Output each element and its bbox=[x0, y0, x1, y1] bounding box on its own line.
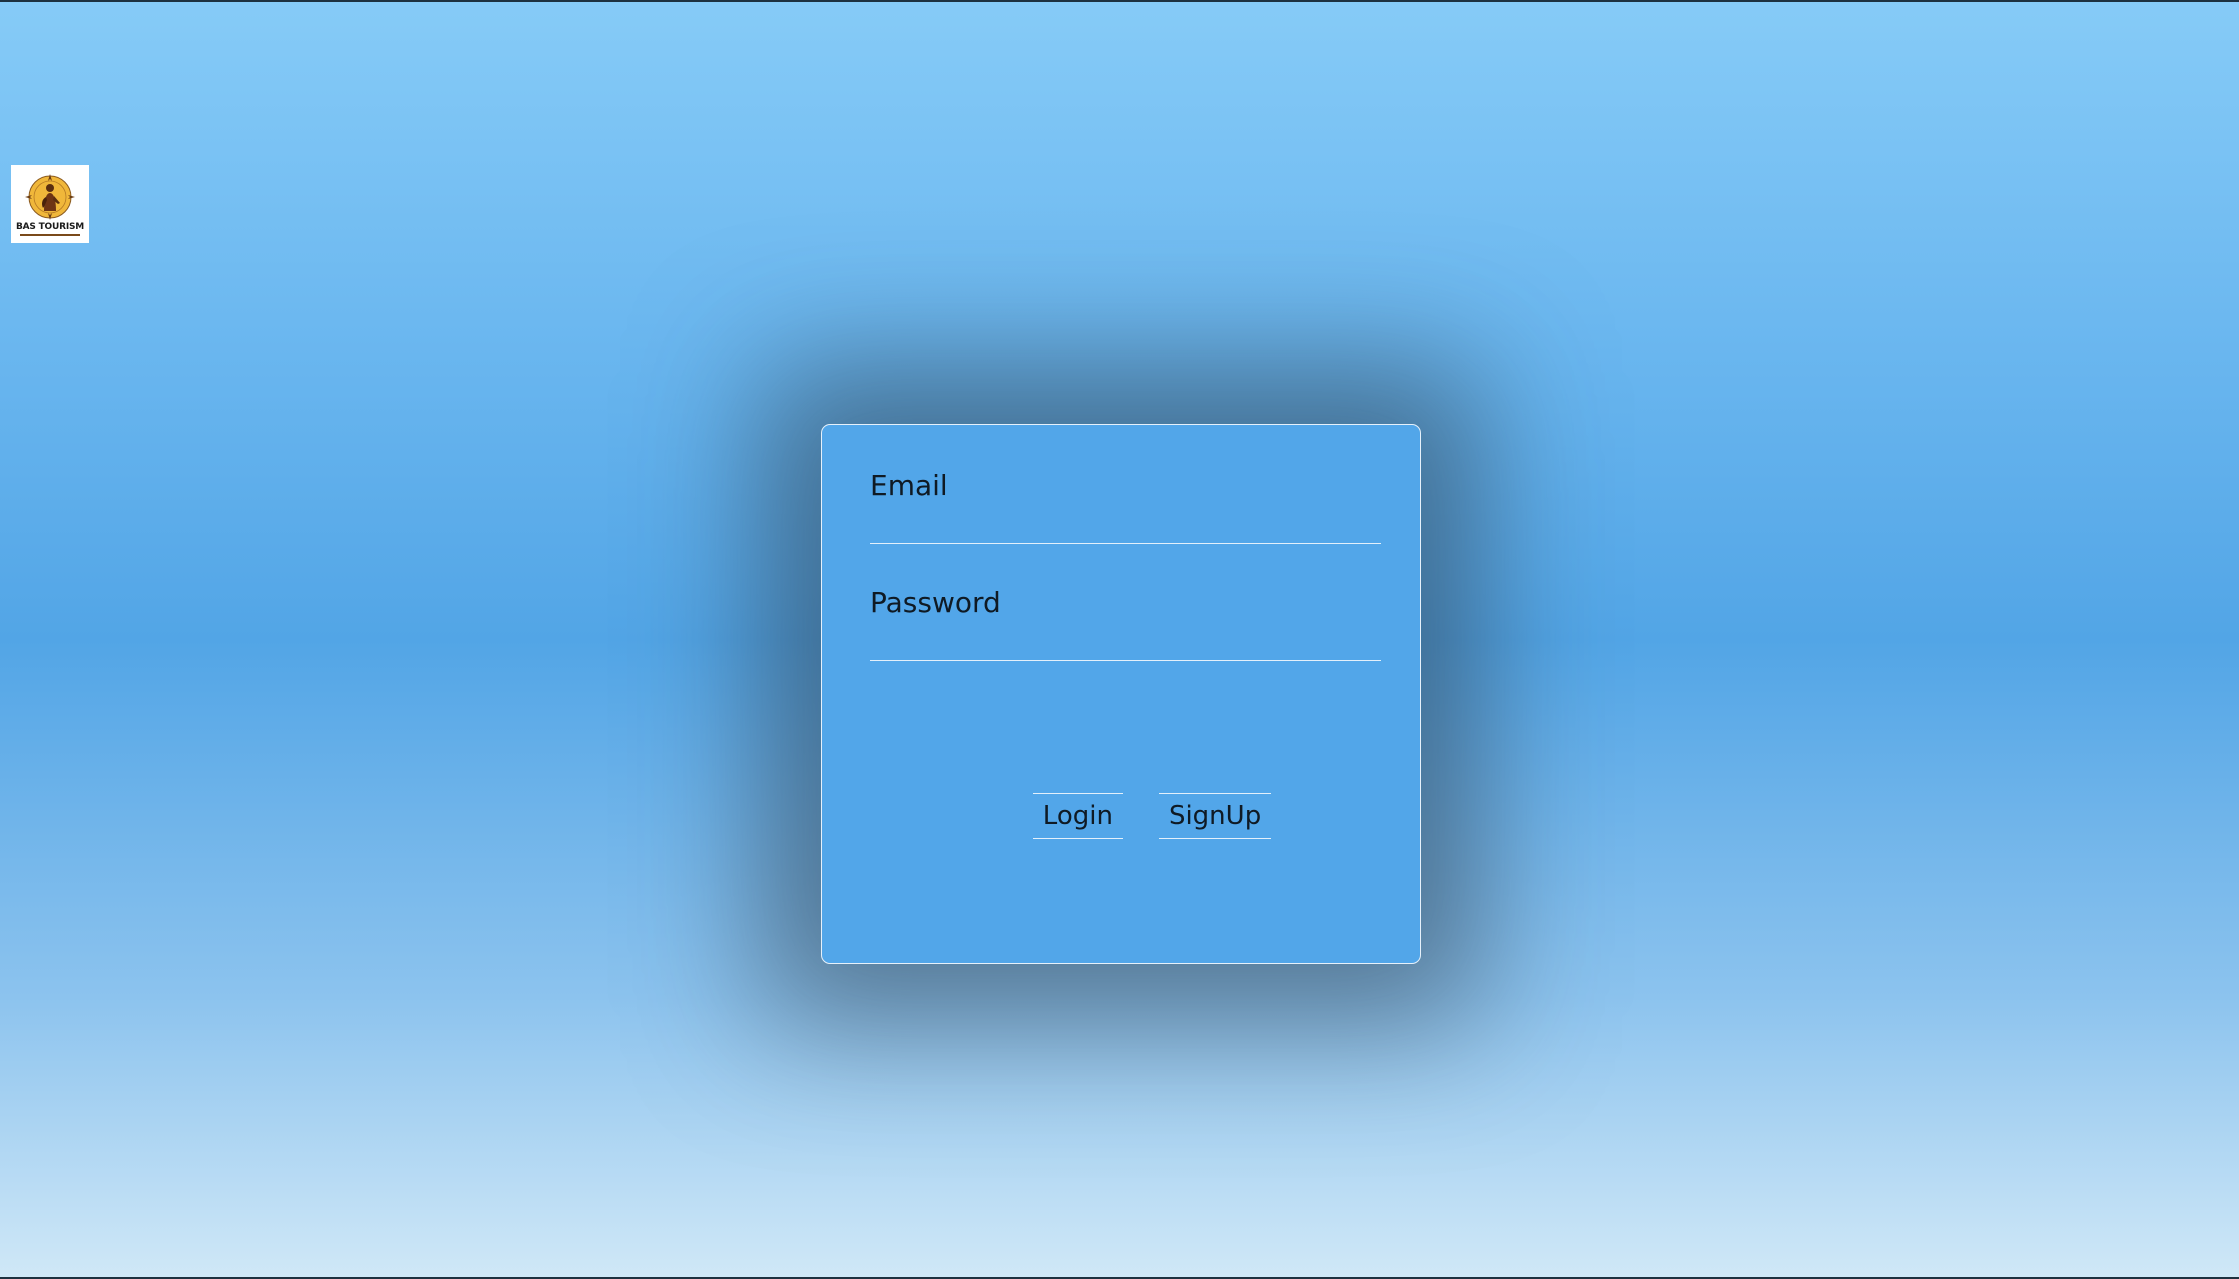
brand-logo: BAS TOURISM bbox=[11, 165, 89, 243]
signup-button[interactable]: SignUp bbox=[1158, 793, 1272, 839]
compass-traveler-icon bbox=[25, 174, 75, 220]
email-field-group: Email bbox=[870, 469, 1381, 544]
form-actions: Login SignUp bbox=[822, 793, 1420, 839]
password-field-group: Password bbox=[870, 586, 1381, 661]
password-label: Password bbox=[870, 586, 1001, 619]
logo-wordmark: BAS TOURISM bbox=[15, 222, 85, 232]
login-card: Email Password Login SignUp bbox=[821, 424, 1421, 964]
email-label: Email bbox=[870, 469, 948, 502]
password-input[interactable] bbox=[870, 620, 1381, 661]
login-button[interactable]: Login bbox=[1032, 793, 1123, 839]
email-input[interactable] bbox=[870, 503, 1381, 544]
logo-tagline-bar bbox=[20, 234, 80, 236]
